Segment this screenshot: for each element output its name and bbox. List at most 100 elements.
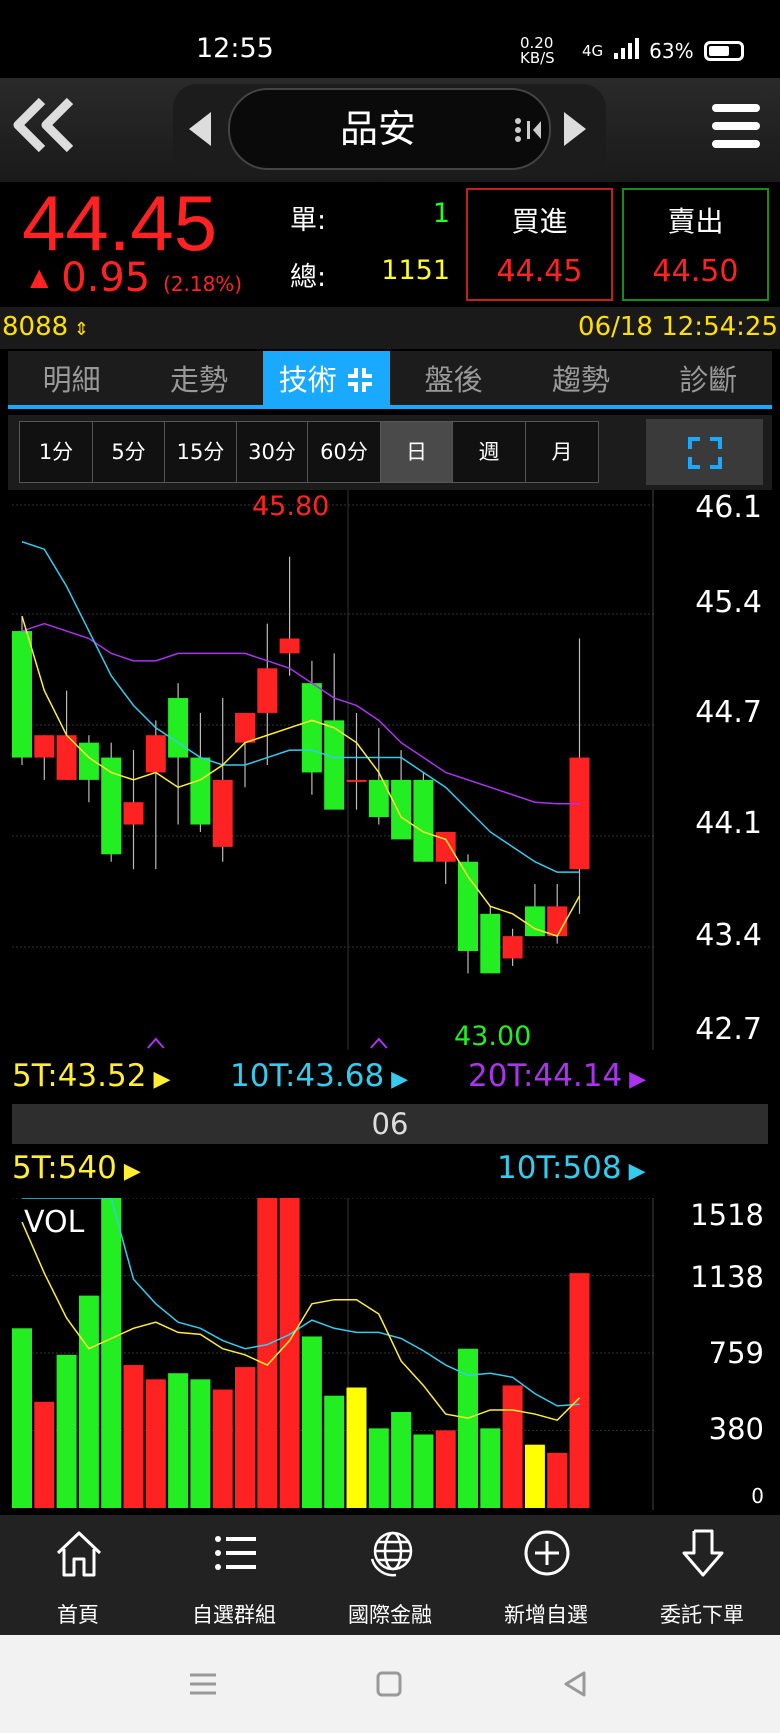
fullscreen-button[interactable] bbox=[646, 419, 763, 485]
tab-detail[interactable]: 明細 bbox=[8, 351, 135, 405]
sell-label: 賣出 bbox=[667, 205, 724, 238]
stock-code: 8088 ⇕ bbox=[2, 312, 89, 342]
period-60min[interactable]: 60分 bbox=[307, 421, 381, 483]
total-volume-label: 總: bbox=[290, 262, 327, 293]
status-time: 12:55 bbox=[196, 33, 274, 64]
single-volume-label: 單: bbox=[290, 205, 327, 236]
price-chart[interactable]: 45.80 43.00 bbox=[12, 490, 654, 1050]
candle-body bbox=[279, 638, 300, 654]
collapse-icon bbox=[346, 363, 374, 397]
volume-chart[interactable]: VOL bbox=[12, 1198, 654, 1510]
volume-tick: 759 bbox=[708, 1336, 764, 1370]
nav-add-watchlist-label: 新增自選 bbox=[504, 1603, 588, 1627]
tab-tendency[interactable]: 趨勢 bbox=[517, 351, 644, 405]
candle-body bbox=[301, 683, 322, 773]
back-button[interactable] bbox=[10, 95, 80, 165]
price-change: ▲ 0.95 (2.18%) bbox=[30, 255, 242, 301]
buy-price: 44.45 bbox=[496, 254, 583, 289]
x-axis-label: 06 bbox=[12, 1104, 768, 1144]
globe-icon bbox=[370, 1531, 413, 1577]
volume-tick: 0 bbox=[751, 1484, 764, 1508]
volume-bar bbox=[212, 1389, 233, 1508]
candle-body bbox=[346, 779, 367, 782]
flag-icon: ▶ bbox=[384, 1067, 409, 1092]
tab-after-hours[interactable]: 盤後 bbox=[390, 351, 517, 405]
period-15min[interactable]: 15分 bbox=[164, 421, 237, 483]
nav-watchlist-groups[interactable]: 自選群組 bbox=[156, 1515, 312, 1635]
nav-international[interactable]: 國際金融 bbox=[312, 1515, 468, 1635]
volume-title: VOL bbox=[24, 1205, 85, 1240]
double-chevron-left-icon bbox=[13, 97, 74, 153]
volume-tick: 380 bbox=[708, 1412, 764, 1446]
price-tick: 46.1 bbox=[695, 490, 762, 525]
price-tick: 43.4 bbox=[695, 918, 762, 953]
volume-bar bbox=[56, 1354, 77, 1508]
nav-international-label: 國際金融 bbox=[348, 1603, 432, 1627]
tab-technical[interactable]: 技術 bbox=[262, 351, 390, 405]
period-month[interactable]: 月 bbox=[525, 421, 599, 483]
nav-add-watchlist[interactable]: 新增自選 bbox=[468, 1515, 624, 1635]
candle-body bbox=[123, 802, 144, 825]
volume-bar bbox=[502, 1385, 523, 1508]
total-volume-value: 1151 bbox=[381, 255, 450, 286]
candle-body bbox=[190, 757, 211, 825]
nav-place-order-label: 委託下單 bbox=[660, 1603, 744, 1627]
nav-place-order[interactable]: 委託下單 bbox=[624, 1515, 780, 1635]
system-nav-bar bbox=[0, 1635, 780, 1733]
home-system-icon[interactable] bbox=[376, 1671, 402, 1697]
stock-code-text: 8088 bbox=[2, 312, 69, 342]
period-5min[interactable]: 5分 bbox=[92, 421, 165, 483]
next-stock-button[interactable] bbox=[564, 112, 586, 146]
volume-bar bbox=[524, 1444, 545, 1508]
period-1min[interactable]: 1分 bbox=[19, 421, 93, 483]
candle-body bbox=[502, 936, 523, 959]
change-percent: (2.18%) bbox=[162, 272, 243, 296]
tab-bar: 明細 走勢 技術 盤後 趨勢 診斷 bbox=[8, 351, 772, 409]
candle-body bbox=[458, 861, 478, 952]
flag-icon: ▶ bbox=[622, 1067, 647, 1092]
nav-home-label: 首頁 bbox=[57, 1603, 99, 1627]
volume-bar bbox=[435, 1430, 456, 1508]
marker-chevron bbox=[147, 1037, 165, 1049]
volume-bar bbox=[413, 1434, 434, 1508]
period-30min[interactable]: 30分 bbox=[236, 421, 308, 483]
volume-bar bbox=[257, 1198, 278, 1508]
down-arrow-icon bbox=[682, 1529, 724, 1577]
updown-icon: ⇕ bbox=[68, 319, 89, 340]
tab-technical-label: 技術 bbox=[278, 363, 337, 397]
tab-trend[interactable]: 走勢 bbox=[135, 351, 262, 405]
candle-body bbox=[569, 757, 590, 870]
ma5-text: 5T:43.52 bbox=[12, 1058, 147, 1094]
candle-body bbox=[413, 779, 434, 862]
candle-body bbox=[547, 906, 568, 937]
plus-circle-icon bbox=[524, 1530, 570, 1576]
candle-body bbox=[12, 631, 32, 758]
candle-body bbox=[235, 712, 255, 743]
price-tick: 42.7 bbox=[695, 1012, 762, 1047]
swap-icon[interactable] bbox=[513, 115, 543, 151]
period-day[interactable]: 日 bbox=[380, 421, 453, 483]
flag-icon: ▶ bbox=[146, 1067, 171, 1092]
sell-button[interactable]: 賣出 44.50 bbox=[622, 188, 769, 301]
price-tick: 45.4 bbox=[695, 585, 762, 620]
period-week[interactable]: 週 bbox=[452, 421, 526, 483]
buy-button[interactable]: 買進 44.45 bbox=[466, 188, 613, 301]
list-icon bbox=[215, 1536, 256, 1570]
tab-diagnosis[interactable]: 診斷 bbox=[645, 351, 772, 405]
nav-home[interactable]: 首頁 bbox=[0, 1515, 156, 1635]
price-y-axis: 46.1 45.4 44.7 44.1 43.4 42.7 bbox=[654, 490, 768, 1050]
candle-body bbox=[34, 735, 55, 758]
ma5-label: 5T:43.52 ▶ bbox=[12, 1058, 170, 1094]
flag-icon: ▶ bbox=[116, 1159, 141, 1184]
stock-name: 品安 bbox=[339, 107, 416, 151]
hamburger-menu-icon[interactable] bbox=[712, 104, 760, 156]
volume-bar bbox=[279, 1198, 300, 1508]
back-system-icon[interactable] bbox=[564, 1671, 586, 1697]
signal-icon bbox=[613, 37, 640, 65]
volume-bar bbox=[368, 1428, 389, 1508]
volume-tick: 1138 bbox=[690, 1260, 764, 1294]
battery-pct: 63% bbox=[649, 39, 694, 63]
recents-icon[interactable] bbox=[190, 1673, 216, 1695]
ma10-label: 10T:43.68 ▶ bbox=[230, 1058, 408, 1094]
prev-stock-button[interactable] bbox=[189, 112, 211, 146]
